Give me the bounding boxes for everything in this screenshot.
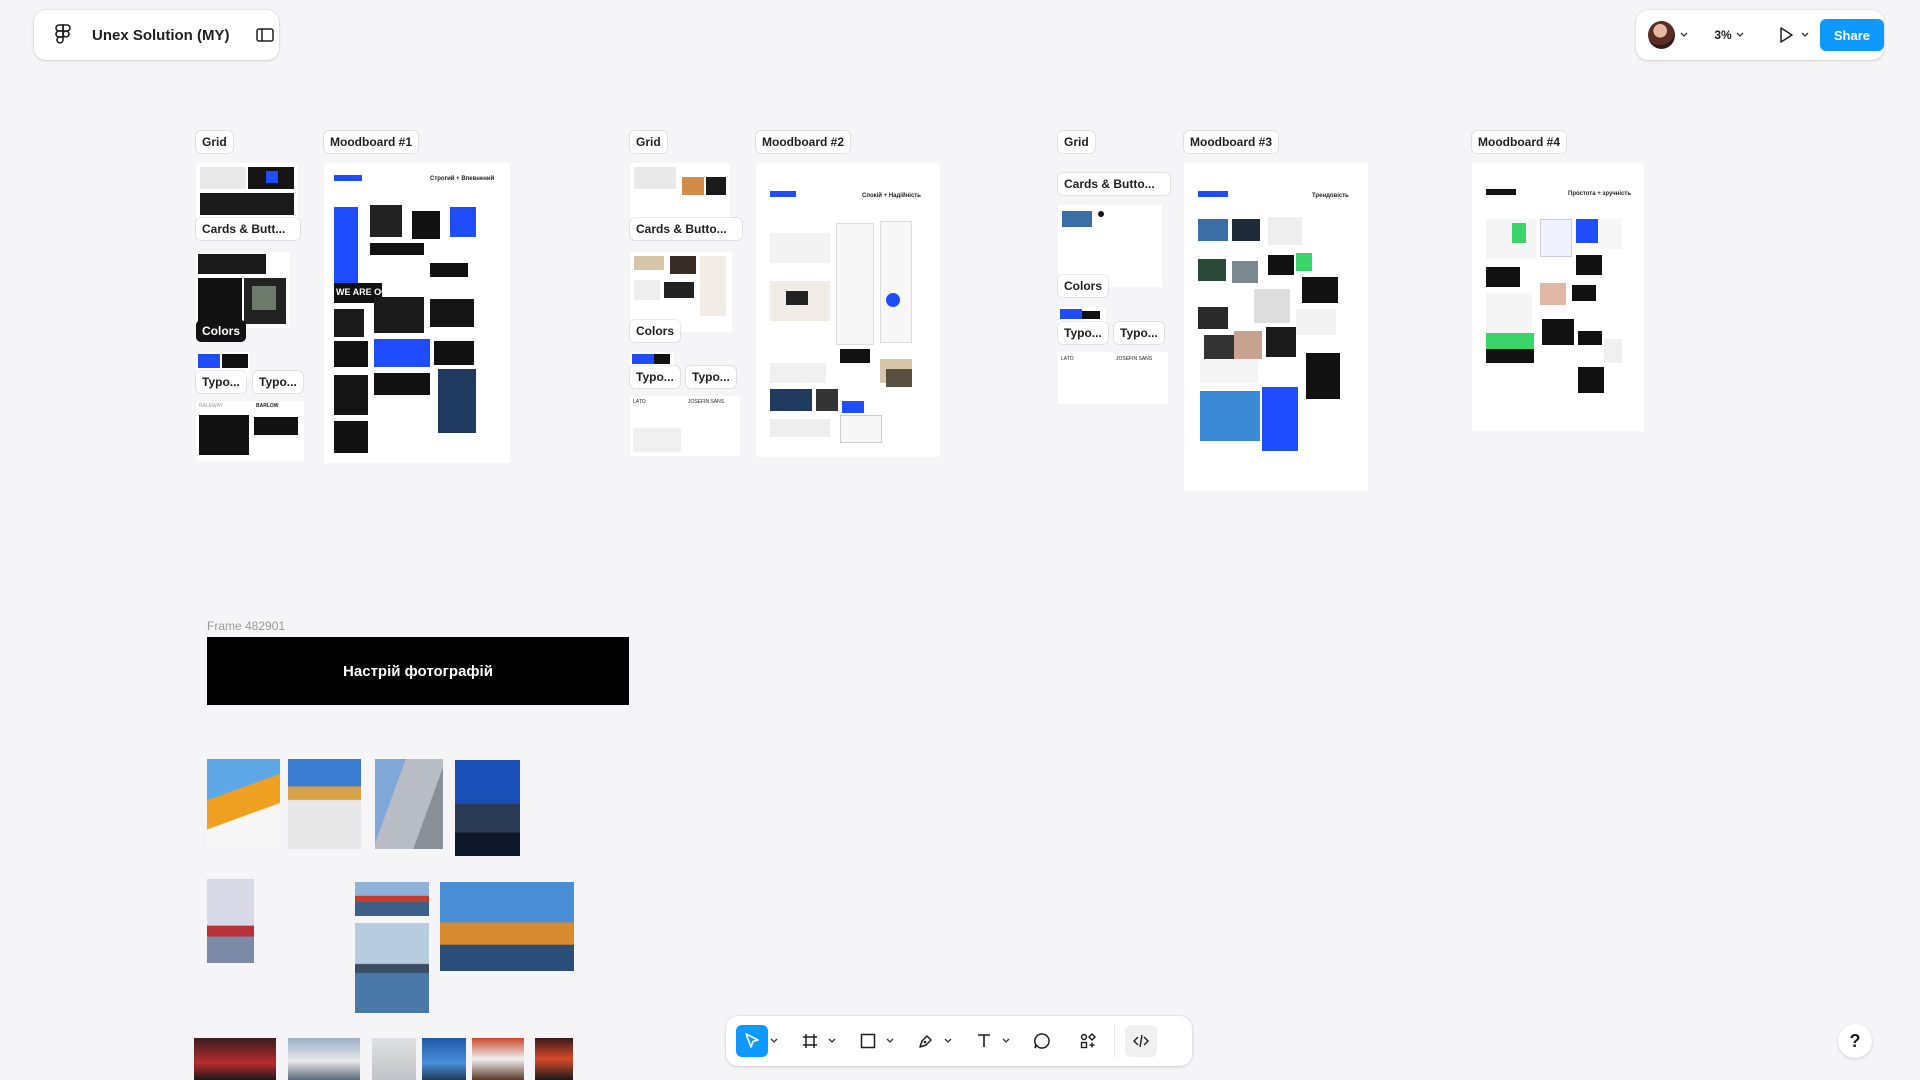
file-panel: Unex Solution (MY) bbox=[34, 10, 279, 60]
frame-label-cards[interactable]: Cards & Butto... bbox=[1058, 173, 1170, 195]
chevron-down-icon[interactable] bbox=[768, 1025, 780, 1057]
text-tool-icon[interactable] bbox=[968, 1025, 1000, 1057]
typography-frame-thumbnail[interactable]: LATO JOSEFIN SANS bbox=[1058, 352, 1168, 404]
frame-label-typo-2[interactable]: Typo... bbox=[686, 366, 736, 388]
toolbar-divider bbox=[1114, 1025, 1115, 1057]
photo-tanker[interactable] bbox=[355, 923, 429, 1013]
frame-label-cards[interactable]: Cards & Butto... bbox=[630, 218, 742, 240]
frame-label-typo-2[interactable]: Typo... bbox=[253, 371, 303, 393]
frame-label-moodboard-3[interactable]: Moodboard #3 bbox=[1184, 131, 1279, 153]
moodboard-4-thumbnail[interactable]: Простота + зручність bbox=[1472, 163, 1644, 431]
photo-night-lights[interactable] bbox=[535, 1038, 573, 1080]
chevron-down-icon[interactable] bbox=[826, 1025, 838, 1057]
photo-port-crane[interactable] bbox=[440, 882, 574, 971]
dev-mode-icon[interactable] bbox=[1125, 1025, 1157, 1057]
photo-factory[interactable] bbox=[288, 759, 361, 849]
frame-label-typo-1[interactable]: Typo... bbox=[630, 366, 680, 388]
photo-cargo-ship[interactable] bbox=[355, 882, 429, 916]
photo-silos[interactable] bbox=[375, 759, 443, 849]
frame-label-typo-2[interactable]: Typo... bbox=[1114, 322, 1164, 344]
photo-containers[interactable] bbox=[472, 1038, 524, 1080]
banner-title: Настрій фотографій bbox=[343, 662, 493, 680]
move-tool-icon[interactable] bbox=[736, 1025, 768, 1057]
frame-label-moodboard-4[interactable]: Moodboard #4 bbox=[1472, 131, 1567, 153]
frame-label-typo-1[interactable]: Typo... bbox=[196, 371, 246, 393]
sidebar-toggle-icon[interactable] bbox=[252, 22, 278, 48]
grid-frame-thumbnail[interactable] bbox=[630, 163, 730, 219]
photo-refinery[interactable] bbox=[455, 760, 520, 856]
components-icon[interactable] bbox=[1072, 1025, 1104, 1057]
figma-logo-icon[interactable] bbox=[50, 22, 76, 48]
frame-label-colors[interactable]: Colors bbox=[196, 320, 247, 342]
moodboard-3-thumbnail[interactable]: Трендовість bbox=[1184, 163, 1368, 491]
photo-night-station[interactable] bbox=[194, 1038, 276, 1080]
frame-label-cards[interactable]: Cards & Butt... bbox=[196, 218, 300, 240]
frame-label-moodboard-1[interactable]: Moodboard #1 bbox=[324, 131, 419, 153]
chevron-down-icon[interactable] bbox=[1736, 30, 1746, 40]
moodboard-2-thumbnail[interactable]: Спокій + Надійність bbox=[756, 163, 940, 457]
help-icon[interactable]: ? bbox=[1838, 1024, 1872, 1058]
frame-label-grid[interactable]: Grid bbox=[196, 131, 233, 153]
top-right-toolbar: 3% Share bbox=[1636, 10, 1884, 60]
chevron-down-icon[interactable] bbox=[884, 1025, 896, 1057]
photo-fog[interactable] bbox=[372, 1038, 416, 1080]
chevron-down-icon[interactable] bbox=[1000, 1025, 1012, 1057]
grid-frame-thumbnail[interactable] bbox=[196, 163, 298, 219]
photo-industrial-pipes[interactable] bbox=[207, 759, 280, 849]
share-button[interactable]: Share bbox=[1819, 19, 1884, 51]
comment-tool-icon[interactable] bbox=[1026, 1025, 1058, 1057]
frame-label-moodboard-2[interactable]: Moodboard #2 bbox=[756, 131, 851, 153]
frame-label-photo-section[interactable]: Frame 482901 bbox=[207, 619, 285, 633]
frame-label-grid[interactable]: Grid bbox=[630, 131, 667, 153]
photo-mood-banner[interactable]: Настрій фотографій bbox=[207, 637, 629, 705]
moodboard-1-thumbnail[interactable]: Строгий + Впевнений WE ARE OCHI bbox=[324, 163, 510, 463]
photo-sea[interactable] bbox=[422, 1038, 466, 1080]
chevron-down-icon[interactable] bbox=[942, 1025, 954, 1057]
frame-label-colors[interactable]: Colors bbox=[630, 320, 681, 342]
pen-tool-icon[interactable] bbox=[910, 1025, 942, 1057]
photo-warehouse[interactable] bbox=[288, 1038, 360, 1080]
typography-frame-thumbnail[interactable]: RALEWAY BARLOW bbox=[196, 401, 304, 461]
avatar[interactable] bbox=[1648, 21, 1675, 49]
chevron-down-icon[interactable] bbox=[1800, 30, 1810, 40]
file-name[interactable]: Unex Solution (MY) bbox=[92, 27, 230, 44]
cards-frame-thumbnail[interactable] bbox=[196, 252, 290, 328]
play-icon[interactable] bbox=[1775, 24, 1796, 46]
bottom-toolbar bbox=[726, 1016, 1192, 1066]
chevron-down-icon[interactable] bbox=[1679, 30, 1689, 40]
rectangle-tool-icon[interactable] bbox=[852, 1025, 884, 1057]
colors-frame-thumbnail[interactable] bbox=[1058, 307, 1106, 323]
frame-label-colors[interactable]: Colors bbox=[1058, 275, 1109, 297]
frame-tool-icon[interactable] bbox=[794, 1025, 826, 1057]
frame-label-grid[interactable]: Grid bbox=[1058, 131, 1095, 153]
photo-ship-red[interactable] bbox=[207, 879, 254, 963]
frame-label-typo-1[interactable]: Typo... bbox=[1058, 322, 1108, 344]
typography-frame-thumbnail[interactable]: LATO JOSEFIN SANS bbox=[630, 396, 740, 456]
zoom-level[interactable]: 3% bbox=[1714, 28, 1731, 42]
